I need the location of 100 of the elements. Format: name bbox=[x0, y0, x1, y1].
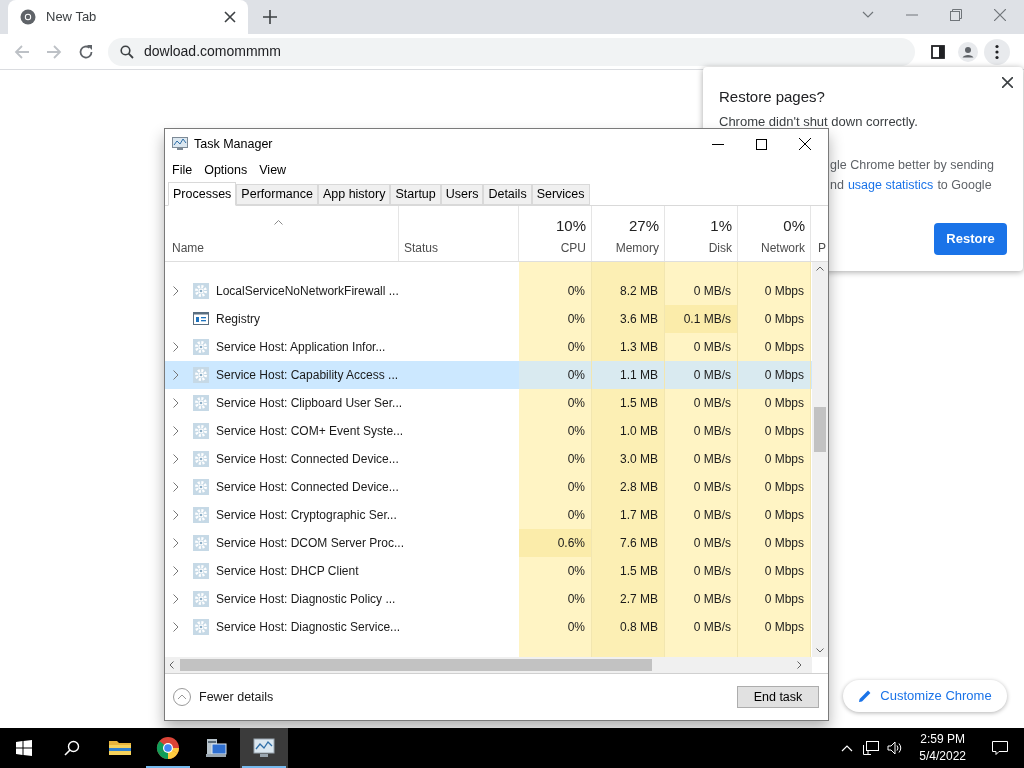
new-tab-icon[interactable] bbox=[263, 10, 277, 24]
process-row[interactable]: Service Host: Connected Device... 0% 2.8 MB 0 MB/s 0 Mbps bbox=[165, 473, 812, 501]
process-row[interactable]: Service Host: DHCP Client 0% 1.5 MB 0 MB/s 0 Mbps bbox=[165, 557, 812, 585]
taskbar-button[interactable] bbox=[240, 728, 288, 768]
expand-chevron-icon[interactable] bbox=[173, 622, 179, 632]
process-row[interactable]: Service Host: Diagnostic Service... 0% 0.8 MB 0 MB/s 0 Mbps bbox=[165, 613, 812, 641]
table-cell: 0 MB/s bbox=[665, 585, 738, 613]
reload-icon[interactable] bbox=[78, 43, 94, 60]
expand-chevron-icon[interactable] bbox=[173, 482, 179, 492]
column-header[interactable]: Disk bbox=[708, 239, 732, 257]
table-cell: 0 Mbps bbox=[738, 333, 811, 361]
search-icon[interactable] bbox=[64, 740, 80, 756]
tab[interactable]: Processes bbox=[168, 182, 237, 206]
process-row[interactable]: LocalServiceNoNetworkFirewall ... 0% 8.2 MB 0 MB/s 0 Mbps bbox=[165, 277, 812, 305]
table-cell: 0% bbox=[519, 445, 592, 473]
expand-chevron-icon[interactable] bbox=[173, 426, 179, 436]
table-cell: 1.1 MB bbox=[592, 361, 665, 389]
scroll-down-icon[interactable] bbox=[816, 648, 824, 653]
windows-start-icon[interactable] bbox=[16, 740, 32, 756]
expand-chevron-icon[interactable] bbox=[173, 454, 179, 464]
fewer-details-link[interactable]: Fewer details bbox=[199, 687, 274, 707]
window-title: Task Manager bbox=[194, 135, 273, 153]
process-row[interactable]: Service Host: Connected Device... 0% 3.0 MB 0 MB/s 0 Mbps bbox=[165, 445, 812, 473]
process-row[interactable]: Service Host: Application Infor... 0% 1.3 MB 0 MB/s 0 Mbps bbox=[165, 333, 812, 361]
vertical-scrollbar[interactable] bbox=[812, 262, 828, 657]
table-cell: 1.5 MB bbox=[592, 389, 665, 417]
menu-item[interactable]: View bbox=[259, 160, 287, 180]
process-row[interactable]: Service Host: Capability Access ... 0% 1.1 MB 0 MB/s 0 Mbps bbox=[165, 361, 812, 389]
search-icon bbox=[120, 44, 134, 59]
expand-chevron-icon[interactable] bbox=[173, 538, 179, 548]
close-icon[interactable] bbox=[224, 11, 236, 23]
usage-statistics-link[interactable]: usage statistics bbox=[847, 176, 934, 195]
menu-icon[interactable] bbox=[984, 38, 1010, 65]
process-row[interactable]: Service Host: Diagnostic Policy ... 0% 2.7 MB 0 MB/s 0 Mbps bbox=[165, 585, 812, 613]
restore-icon[interactable] bbox=[950, 9, 962, 21]
browser-tab[interactable]: New Tab bbox=[8, 0, 248, 34]
close-icon[interactable] bbox=[1002, 77, 1013, 88]
menu-item[interactable]: File bbox=[172, 160, 193, 180]
expand-chevron-icon[interactable] bbox=[173, 566, 179, 576]
expand-chevron-icon[interactable] bbox=[173, 342, 179, 352]
expand-chevron-icon[interactable] bbox=[173, 370, 179, 380]
process-row[interactable]: Service Host: COM+ Event Syste... 0% 1.0 MB 0 MB/s 0 Mbps bbox=[165, 417, 812, 445]
collapse-up-icon[interactable] bbox=[173, 688, 191, 706]
scroll-thumb[interactable] bbox=[180, 659, 652, 671]
table-cell: 0 MB/s bbox=[665, 473, 738, 501]
table-cell: 0 MB/s bbox=[665, 613, 738, 641]
network-icon[interactable] bbox=[863, 741, 880, 755]
notification-icon[interactable] bbox=[992, 740, 1008, 756]
clock-time[interactable]: 2:59 PM bbox=[920, 731, 965, 748]
clock-date[interactable]: 5/4/2022 bbox=[919, 748, 966, 765]
expand-chevron-icon[interactable] bbox=[173, 510, 179, 520]
table-cell: 0 MB/s bbox=[665, 501, 738, 529]
table-cell: 0.6% bbox=[519, 529, 592, 557]
column-header[interactable]: Name bbox=[172, 239, 398, 257]
scroll-left-icon[interactable] bbox=[169, 661, 174, 669]
tab[interactable]: Users bbox=[440, 184, 484, 205]
process-row[interactable]: Registry 0% 3.6 MB 0.1 MB/s 0 Mbps bbox=[165, 305, 812, 333]
process-row[interactable]: Service Host: DCOM Server Proc... 0.6% 7.6 MB 0 MB/s 0 Mbps bbox=[165, 529, 812, 557]
chevron-up-icon[interactable] bbox=[841, 744, 854, 752]
side-panel-icon[interactable] bbox=[931, 44, 945, 59]
expand-chevron-icon[interactable] bbox=[173, 594, 179, 604]
column-header[interactable]: Memory bbox=[615, 239, 659, 257]
scroll-right-icon[interactable] bbox=[797, 661, 802, 669]
process-row[interactable]: Service Host: Clipboard User Ser... 0% 1.5 MB 0 MB/s 0 Mbps bbox=[165, 389, 812, 417]
tab[interactable]: App history bbox=[317, 184, 391, 205]
tab[interactable]: Startup bbox=[390, 184, 441, 205]
tab[interactable]: Details bbox=[483, 184, 532, 205]
profile-icon[interactable] bbox=[958, 41, 978, 62]
close-icon[interactable] bbox=[799, 138, 811, 150]
sort-caret-icon[interactable] bbox=[274, 220, 283, 225]
scroll-thumb[interactable] bbox=[814, 407, 826, 452]
column-header[interactable]: Network bbox=[761, 239, 805, 257]
end-task-button[interactable]: End task bbox=[737, 686, 819, 708]
expand-chevron-icon[interactable] bbox=[173, 286, 179, 296]
minimize-icon[interactable] bbox=[712, 143, 724, 145]
table-cell: 0% bbox=[519, 389, 592, 417]
address-bar[interactable]: dowload.comommmm bbox=[108, 37, 915, 66]
tab[interactable]: Performance bbox=[236, 184, 318, 205]
tab-title: New Tab bbox=[46, 8, 98, 27]
menu-item[interactable]: Options bbox=[204, 160, 248, 180]
process-row[interactable]: Service Host: Cryptographic Ser... 0% 1.7 MB 0 MB/s 0 Mbps bbox=[165, 501, 812, 529]
expand-chevron-icon[interactable] bbox=[173, 398, 179, 408]
table-cell: 0 MB/s bbox=[665, 417, 738, 445]
table-cell: 0.1 MB/s bbox=[665, 305, 738, 333]
customize-chrome-button[interactable]: Customize Chrome bbox=[843, 680, 1007, 712]
table-cell: 0 Mbps bbox=[738, 501, 811, 529]
restore-button[interactable]: Restore bbox=[934, 223, 1007, 255]
gear-icon bbox=[193, 535, 209, 551]
process-name: Service Host: Diagnostic Service... bbox=[216, 619, 401, 636]
tab[interactable]: Services bbox=[531, 184, 590, 205]
maximize-icon[interactable] bbox=[756, 138, 767, 150]
column-header[interactable]: Status bbox=[404, 239, 518, 257]
column-header[interactable]: P bbox=[818, 239, 826, 257]
chevron-down-icon[interactable] bbox=[862, 11, 874, 19]
volume-icon[interactable] bbox=[887, 741, 904, 755]
horizontal-scrollbar[interactable] bbox=[165, 657, 812, 673]
window-icon bbox=[193, 311, 209, 327]
table-cell: 0 Mbps bbox=[738, 277, 811, 305]
scroll-up-icon[interactable] bbox=[816, 266, 824, 271]
column-header[interactable]: CPU bbox=[560, 239, 586, 257]
